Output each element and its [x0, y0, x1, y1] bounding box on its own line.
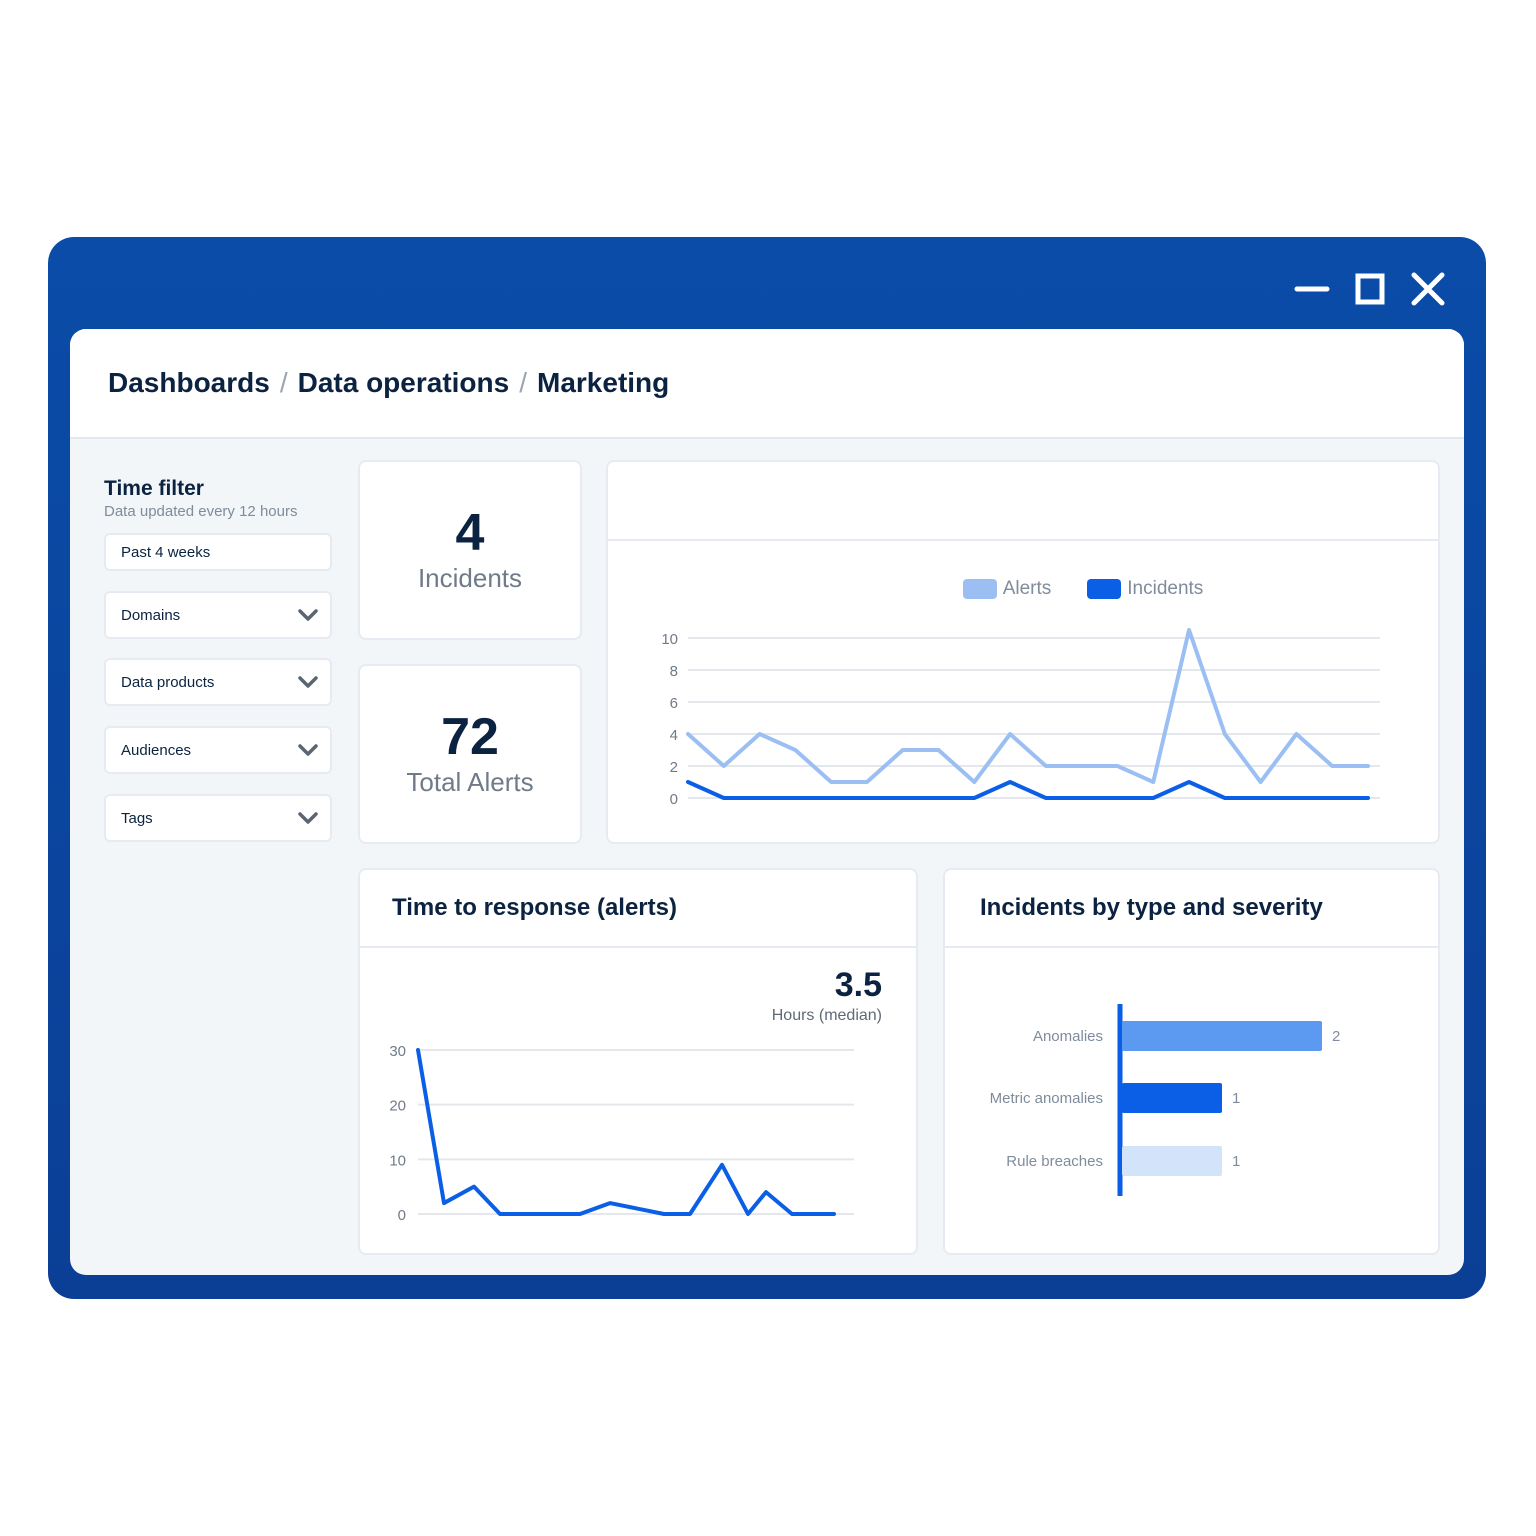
- y-tick-label: 20: [389, 1098, 406, 1115]
- dashboard-content: Dashboards / Data operations / Marketing…: [70, 329, 1464, 1275]
- bar-anomalies: [1122, 1021, 1322, 1051]
- severity-bar-chart: Anomalies 2 Metric anomalies 1 Rule breaches…: [990, 1004, 1340, 1196]
- page-header: Dashboards / Data operations / Marketing: [70, 329, 1464, 439]
- time-filter-subtitle: Data updated every 12 hours: [104, 503, 298, 520]
- breadcrumb-separator: /: [279, 367, 288, 398]
- time-filter-input[interactable]: Past 4 weeks: [104, 533, 332, 571]
- close-icon[interactable]: [1410, 271, 1446, 307]
- response-series-line: [416, 1048, 836, 1216]
- app-window: Dashboards / Data operations / Marketing…: [48, 237, 1486, 1299]
- y-tick-label: 2: [670, 759, 678, 776]
- incidents-label: Incidents: [417, 562, 523, 593]
- response-time-card: Time to response (alerts) 3.5 Hours (med…: [358, 868, 918, 1255]
- time-filter-title: Time filter: [104, 477, 204, 500]
- severity-card: Incidents by type and severity Anomalies…: [943, 868, 1440, 1255]
- maximize-icon[interactable]: [1352, 271, 1388, 307]
- bar-rule-breaches: [1122, 1146, 1222, 1176]
- bar-category-label: Anomalies: [1033, 1028, 1103, 1045]
- y-tick-label: 8: [670, 663, 678, 680]
- chevron-down-icon: [298, 744, 318, 756]
- trend-chart-card: Alerts Incidents 10 8 6 4 2 0: [606, 460, 1440, 844]
- bar-metric-anomalies: [1122, 1083, 1222, 1113]
- bar-value-label: 1: [1232, 1153, 1240, 1170]
- y-tick-label: 10: [661, 631, 678, 648]
- tags-label: Tags: [121, 809, 153, 827]
- breadcrumb-marketing: Marketing: [537, 367, 670, 398]
- bar-value-label: 1: [1232, 1090, 1240, 1107]
- chevron-down-icon: [298, 609, 318, 621]
- breadcrumb-dashboards[interactable]: Dashboards: [108, 367, 270, 399]
- series-line-incidents: [686, 780, 1370, 800]
- audiences-dropdown[interactable]: Audiences: [104, 726, 332, 774]
- incidents-stat-card: 4 Incidents: [358, 460, 582, 640]
- bar-value-label: 2: [1332, 1028, 1340, 1045]
- data-products-label: Data products: [121, 673, 215, 691]
- total-alerts-label: Total Alerts: [406, 766, 534, 797]
- incidents-count: 4: [455, 503, 485, 562]
- time-filter-value: Past 4 weeks: [121, 543, 211, 561]
- minimize-icon[interactable]: [1294, 271, 1330, 307]
- chevron-down-icon: [298, 812, 318, 824]
- breadcrumb-separator: /: [519, 367, 527, 398]
- window-controls: [1294, 271, 1446, 307]
- y-tick-label: 10: [389, 1152, 406, 1169]
- y-tick-label: 0: [670, 791, 678, 808]
- data-products-dropdown[interactable]: Data products: [104, 658, 332, 706]
- y-tick-label: 30: [389, 1043, 406, 1060]
- bar-category-label: Rule breaches: [1006, 1153, 1103, 1170]
- total-alerts-count: 72: [441, 707, 499, 766]
- tags-dropdown[interactable]: Tags: [104, 794, 332, 842]
- breadcrumb: Dashboards / Data operations / Marketing: [108, 367, 669, 399]
- domains-dropdown[interactable]: Domains: [104, 591, 332, 639]
- audiences-label: Audiences: [121, 741, 192, 759]
- trend-line-chart: 10 8 6 4 2 0: [661, 628, 1380, 808]
- alerts-stat-card: 72 Total Alerts: [358, 664, 582, 844]
- response-line-chart: 30 20 10 0: [389, 1043, 854, 1224]
- domains-label: Domains: [121, 606, 181, 624]
- bar-category-label: Metric anomalies: [990, 1090, 1103, 1107]
- y-tick-label: 4: [670, 727, 678, 744]
- filter-sidebar: Time filter Data updated every 12 hours …: [104, 477, 334, 842]
- chevron-down-icon: [298, 676, 318, 688]
- y-tick-label: 0: [398, 1207, 406, 1224]
- y-tick-label: 6: [670, 695, 678, 712]
- series-line-alerts: [686, 628, 1370, 784]
- breadcrumb-data-operations[interactable]: Data operations: [298, 367, 510, 399]
